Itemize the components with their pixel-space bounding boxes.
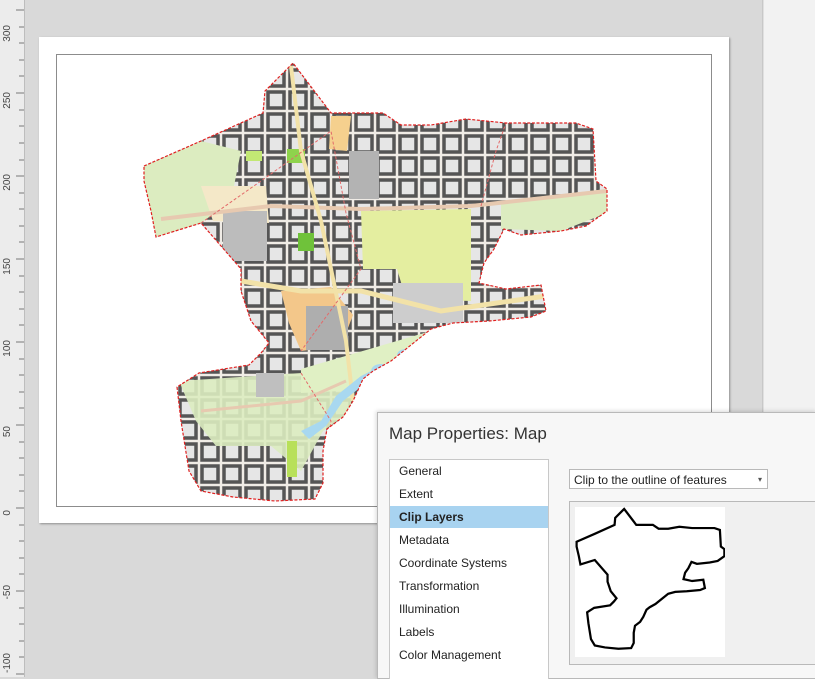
nav-item-color-management[interactable]: Color Management [390, 644, 548, 666]
nav-item-general[interactable]: General [390, 460, 548, 482]
clip-mode-value: Clip to the outline of features [574, 473, 727, 487]
dialog-title: Map Properties: Map [389, 424, 547, 443]
nav-item-labels[interactable]: Labels [390, 621, 548, 643]
clip-mode-dropdown[interactable]: Clip to the outline of features ▾ [569, 469, 768, 489]
chevron-down-icon: ▾ [757, 475, 762, 484]
clip-outline-preview [575, 507, 726, 657]
clip-layers-panel: Clip to the outline of features ▾ [569, 459, 815, 678]
nav-item-illumination[interactable]: Illumination [390, 598, 548, 620]
nav-item-transformation[interactable]: Transformation [390, 575, 548, 597]
properties-nav-list: General Extent Clip Layers Metadata Coor… [389, 459, 549, 679]
map-properties-dialog: Map Properties: Map General Extent Clip … [377, 412, 815, 679]
nav-item-coordinate-systems[interactable]: Coordinate Systems [390, 552, 548, 574]
vertical-ruler: 300 250 200 150 100 50 0 -50 -100 [0, 0, 25, 677]
clip-preview-box [569, 501, 815, 665]
outline-shape [575, 507, 726, 650]
nav-item-clip-layers[interactable]: Clip Layers [390, 506, 548, 528]
ruler-ticks [16, 9, 24, 675]
nav-item-metadata[interactable]: Metadata [390, 529, 548, 551]
nav-item-extent[interactable]: Extent [390, 483, 548, 505]
